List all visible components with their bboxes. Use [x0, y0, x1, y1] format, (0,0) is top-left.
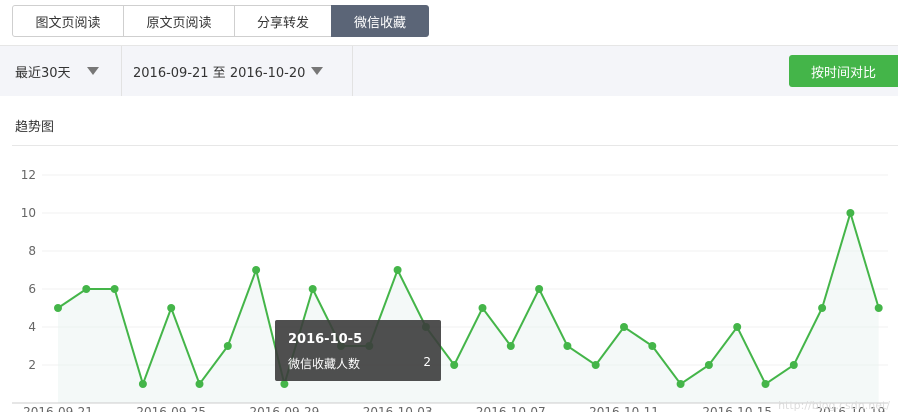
data-point [648, 342, 657, 350]
divider [12, 145, 898, 146]
data-point [223, 342, 232, 350]
y-tick-label: 2 [28, 358, 36, 372]
x-tick-label: 2016-09-25 [136, 405, 206, 412]
data-point [195, 380, 204, 388]
chevron-down-icon [86, 67, 99, 75]
y-tick-label: 8 [28, 244, 36, 258]
tooltip-value: 2 [423, 355, 431, 369]
range-label: 最近30天 [15, 65, 71, 81]
y-tick-label: 6 [28, 282, 36, 296]
y-tick-label: 12 [21, 168, 36, 182]
data-point [789, 361, 798, 369]
data-point [138, 380, 147, 388]
tab-wechat-favorites[interactable]: 微信收藏 [331, 5, 429, 37]
data-point [506, 342, 515, 350]
tooltip-label: 微信收藏人数 [288, 357, 361, 371]
chart-tooltip: 2016-10-5 微信收藏人数 2 [275, 320, 441, 381]
date-range-label: 2016-09-21 至 2016-10-20 [133, 65, 306, 81]
x-tick-label: 2016-09-21 [23, 405, 93, 412]
tab-article-reads[interactable]: 图文页阅读 [12, 5, 124, 37]
filter-bar: 最近30天 2016-09-21 至 2016-10-20 按时间对比 [0, 45, 898, 96]
section-title: 趋势图 [15, 120, 55, 135]
data-point [704, 361, 713, 369]
data-point [620, 323, 628, 331]
range-dropdown[interactable]: 最近30天 [0, 46, 122, 96]
x-tick-label: 2016-10-07 [476, 405, 546, 412]
data-point [393, 266, 402, 274]
data-point [280, 380, 289, 388]
data-point [82, 285, 91, 293]
data-point [846, 209, 855, 217]
y-tick-label: 10 [21, 206, 36, 220]
data-point [676, 380, 685, 388]
tab-original-reads[interactable]: 原文页阅读 [123, 5, 235, 37]
data-point [591, 361, 600, 369]
data-point [733, 323, 742, 331]
data-point [874, 304, 883, 312]
series-area [58, 213, 879, 403]
watermark-text: http://blog.csdn.net/ [778, 399, 890, 412]
x-tick-label: 2016-10-15 [702, 405, 772, 412]
x-tick-label: 2016-10-11 [589, 405, 659, 412]
date-range-picker[interactable]: 2016-09-21 至 2016-10-20 [122, 46, 353, 96]
data-point [110, 285, 119, 293]
data-point [563, 342, 572, 350]
data-point [167, 304, 176, 312]
data-point [54, 304, 62, 312]
data-point [252, 266, 261, 274]
data-point [535, 285, 544, 293]
data-point [450, 361, 459, 369]
tab-bar: 图文页阅读 原文页阅读 分享转发 微信收藏 [12, 5, 429, 37]
data-point [478, 304, 487, 312]
x-tick-label: 2016-10-03 [363, 405, 433, 412]
data-point [818, 304, 827, 312]
tab-shares[interactable]: 分享转发 [234, 5, 332, 37]
chevron-down-icon [311, 67, 324, 75]
data-point [761, 380, 770, 388]
data-point [308, 285, 317, 293]
compare-by-time-button[interactable]: 按时间对比 [789, 55, 898, 87]
trend-chart: 2 4 6 8 10 12 2016-09-21 2016-09-25 2016-09-29 20… [12, 168, 890, 412]
tooltip-date: 2016-10-5 [288, 332, 363, 347]
x-tick-label: 2016-09-29 [250, 405, 320, 412]
y-tick-label: 4 [28, 320, 36, 334]
